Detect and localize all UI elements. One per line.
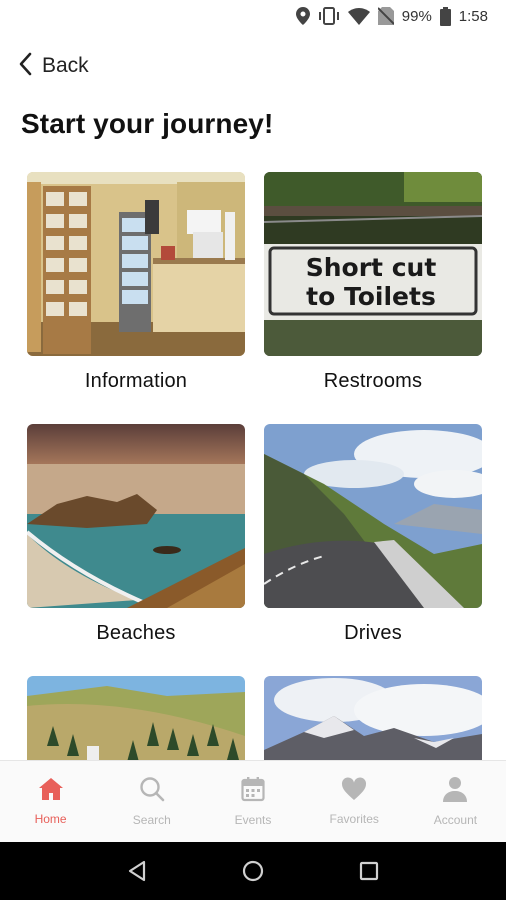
- home-icon: [38, 777, 64, 806]
- page-title: Start your journey!: [21, 108, 274, 139]
- back-label: Back: [42, 54, 89, 77]
- card-label: Restrooms: [323, 370, 423, 392]
- nav-account[interactable]: Account: [405, 761, 506, 842]
- category-grid: Information Short cut to Toilets Restroo…: [27, 172, 483, 760]
- card-drives[interactable]: Drives: [264, 424, 482, 645]
- beaches-image: [27, 424, 245, 608]
- card-label: Information: [84, 370, 188, 392]
- nav-label: Home: [34, 812, 67, 826]
- drives-image: [264, 424, 482, 608]
- back-triangle-icon[interactable]: [127, 860, 147, 882]
- information-image: [27, 172, 245, 356]
- back-button[interactable]: Back: [18, 50, 89, 82]
- nav-favorites[interactable]: Favorites: [304, 761, 405, 842]
- card-label: Drives: [344, 622, 402, 644]
- status-bar: 99% 1:58: [0, 0, 506, 32]
- meadow-image: [27, 676, 245, 760]
- card-beaches[interactable]: Beaches: [27, 424, 245, 645]
- nav-home[interactable]: Home: [0, 761, 101, 842]
- search-icon: [139, 776, 165, 807]
- person-icon: [443, 776, 468, 807]
- restrooms-image: Short cut to Toilets: [264, 172, 482, 356]
- system-nav-bar: [0, 842, 506, 900]
- nav-label: Account: [433, 813, 478, 827]
- recents-square-icon[interactable]: [359, 861, 379, 881]
- wifi-icon: [347, 7, 370, 25]
- vibrate-icon: [318, 7, 340, 25]
- nav-search[interactable]: Search: [101, 761, 202, 842]
- no-sim-icon: [377, 7, 394, 25]
- heart-icon: [341, 777, 367, 806]
- card-label: Beaches: [96, 622, 176, 644]
- nav-label: Favorites: [329, 812, 379, 826]
- battery-icon: [439, 6, 451, 26]
- location-icon: [295, 7, 310, 25]
- nav-label: Events: [234, 813, 272, 827]
- card-information[interactable]: Information: [27, 172, 245, 393]
- card-mountains[interactable]: [264, 676, 482, 760]
- mountains-image: [264, 676, 482, 760]
- card-meadow[interactable]: [27, 676, 245, 760]
- calendar-icon: [241, 776, 265, 807]
- battery-percent: 99%: [401, 7, 432, 25]
- bottom-nav: Home Search Events Favorites Account: [0, 760, 506, 842]
- card-restrooms[interactable]: Short cut to Toilets Restrooms: [264, 172, 482, 393]
- sign-line-2: to Toilets: [306, 282, 436, 311]
- chevron-left-icon: [18, 52, 32, 81]
- clock-time: 1:58: [458, 7, 488, 25]
- sign-line-1: Short cut: [306, 253, 437, 282]
- nav-events[interactable]: Events: [202, 761, 303, 842]
- nav-label: Search: [132, 813, 171, 827]
- home-circle-icon[interactable]: [242, 860, 264, 882]
